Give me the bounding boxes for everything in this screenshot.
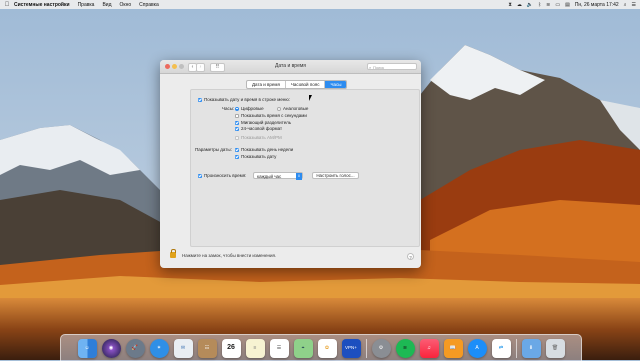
use-24-hour-label: 24-часовой формат — [241, 126, 283, 131]
show-in-menu-label: Показывать дату и время в строке меню: — [204, 97, 290, 102]
cloud-icon[interactable]: ☁ — [517, 2, 522, 8]
lock-text: Нажмите на замок, чтобы внести изменения… — [182, 252, 277, 258]
menu-edit[interactable]: Правка — [78, 2, 95, 8]
search-icon[interactable]: ⌕ — [624, 2, 627, 8]
lock-icon[interactable] — [170, 249, 176, 258]
music-icon[interactable]: ♫ — [419, 338, 439, 358]
digital-radio[interactable] — [235, 106, 239, 111]
finder-icon[interactable]: ☺ — [77, 338, 97, 358]
show-in-menu-checkbox[interactable] — [198, 97, 202, 102]
safari-icon[interactable]: ✶ — [149, 338, 169, 358]
search-field-icon: ⌕ — [369, 64, 372, 70]
clock-label: Часы: — [222, 106, 235, 111]
blink-separator-row[interactable]: Мигающий разделитель — [235, 120, 291, 125]
digital-option[interactable]: Цифровые — [235, 106, 264, 111]
tab-date-time[interactable]: Дата и время — [247, 81, 286, 88]
help-button[interactable]: ? — [407, 253, 414, 260]
show-ampm-checkbox — [235, 135, 239, 140]
show-seconds-row[interactable]: Показывать время с секундами — [235, 113, 307, 118]
show-weekday-label: Показывать день недели — [241, 147, 294, 152]
announce-time-checkbox[interactable] — [198, 173, 202, 178]
show-weekday-row[interactable]: Показывать день недели — [235, 147, 293, 152]
apple-icon[interactable]:  — [0, 2, 14, 8]
flag-icon[interactable]: ▤ — [565, 2, 570, 8]
menu-app-name[interactable]: Системные настройки — [14, 2, 70, 8]
digital-label: Цифровые — [241, 106, 264, 111]
menu-view[interactable]: Вид — [102, 2, 111, 8]
contacts-icon[interactable]: ☷ — [197, 338, 217, 358]
show-seconds-checkbox[interactable] — [235, 113, 239, 118]
system-preferences-window: ‹ › ⠿ Дата и время ⌕ Поиск Дата и время … — [160, 60, 421, 268]
date-params-label: Параметры даты: — [195, 147, 232, 152]
hourglass-icon[interactable]: ⧗ — [508, 2, 512, 8]
show-ampm-label: Показывать AM/PM — [241, 135, 282, 140]
system-preferences-icon[interactable]: ⚙ — [371, 338, 391, 358]
show-ampm-row: Показывать AM/PM — [235, 135, 282, 140]
announce-time-row[interactable]: Произносить время: — [198, 173, 246, 178]
search-field[interactable]: ⌕ Поиск — [367, 62, 417, 70]
show-seconds-label: Показывать время с секундами — [241, 113, 307, 118]
spotify-icon[interactable]: ≋ — [395, 338, 415, 358]
battery-icon[interactable]: ▭ — [555, 2, 560, 8]
calendar-day: 26 — [227, 344, 235, 351]
launchpad-icon[interactable]: 🚀 — [125, 338, 145, 358]
menu-window[interactable]: Окно — [120, 2, 132, 8]
use-24-hour-row[interactable]: 24-часовой формат — [235, 126, 282, 131]
mouse-cursor — [309, 95, 312, 101]
speaker-icon[interactable]: 🔈 — [527, 2, 533, 8]
photos-icon[interactable]: ✿ — [317, 338, 337, 358]
announce-interval-select[interactable]: каждый час ⇕ — [253, 172, 303, 180]
show-date-row[interactable]: Показывать дату — [235, 154, 276, 159]
reminders-icon[interactable]: ☰ — [269, 338, 289, 358]
chevron-down-icon: ⇕ — [296, 173, 302, 180]
app-store-icon[interactable]: A — [467, 338, 487, 358]
vpn-icon[interactable]: VPN+ — [341, 338, 361, 358]
downloads-folder-icon[interactable]: ⬇ — [521, 338, 541, 358]
notes-icon[interactable]: ≡ — [245, 338, 265, 358]
use-24-hour-checkbox[interactable] — [235, 126, 239, 131]
maps-icon[interactable]: ⌖ — [293, 338, 313, 358]
analog-option[interactable]: Аналоговые — [277, 106, 308, 111]
dock-separator-2 — [515, 338, 517, 358]
dock: ☺ ◉ 🚀 ✶ ✉ ☷ 26 ≡ ☰ ⌖ ✿ VPN+ ⚙ ≋ ♫ 📖 A ⇄ … — [60, 334, 582, 361]
tab-time-zone[interactable]: Часовой пояс — [286, 81, 326, 88]
customize-voice-button[interactable]: Настроить голос... — [312, 172, 359, 179]
analog-label: Аналоговые — [283, 106, 309, 111]
teamviewer-icon[interactable]: ⇄ — [491, 338, 511, 358]
lock-row: Нажмите на замок, чтобы внести изменения… — [170, 249, 277, 258]
vpn-label: VPN+ — [345, 345, 357, 350]
search-placeholder: Поиск — [373, 64, 385, 70]
blink-separator-label: Мигающий разделитель — [241, 120, 292, 125]
dock-separator — [365, 338, 367, 358]
announce-interval-value: каждый час — [257, 174, 282, 179]
show-date-label: Показывать дату — [241, 154, 277, 159]
bluetooth-icon[interactable]: ᛒ — [538, 2, 541, 8]
show-date-checkbox[interactable] — [235, 154, 239, 159]
siri-icon[interactable]: ◉ — [101, 338, 121, 358]
books-icon[interactable]: 📖 — [443, 338, 463, 358]
window-titlebar: ‹ › ⠿ Дата и время ⌕ Поиск — [160, 60, 421, 74]
mail-icon[interactable]: ✉ — [173, 338, 193, 358]
menu-clock[interactable]: Пн, 26 марта 17:42 — [575, 2, 619, 8]
menu-bar:  Системные настройки Правка Вид Окно Сп… — [0, 0, 640, 9]
list-icon[interactable]: ☰ — [632, 2, 636, 8]
show-in-menu-row[interactable]: Показывать дату и время в строке меню: — [198, 97, 290, 102]
menu-help[interactable]: Справка — [139, 2, 159, 8]
calendar-icon[interactable]: 26 — [221, 338, 241, 358]
tab-bar: Дата и время Часовой пояс Часы — [246, 80, 348, 89]
wifi-icon[interactable]: ≋ — [546, 2, 550, 8]
trash-icon[interactable]: 🗑 — [545, 338, 565, 358]
show-weekday-checkbox[interactable] — [235, 147, 239, 152]
analog-radio[interactable] — [277, 106, 281, 111]
blink-separator-checkbox[interactable] — [235, 120, 239, 125]
announce-time-label: Произносить время: — [204, 173, 247, 178]
tab-clock[interactable]: Часы — [325, 81, 347, 88]
